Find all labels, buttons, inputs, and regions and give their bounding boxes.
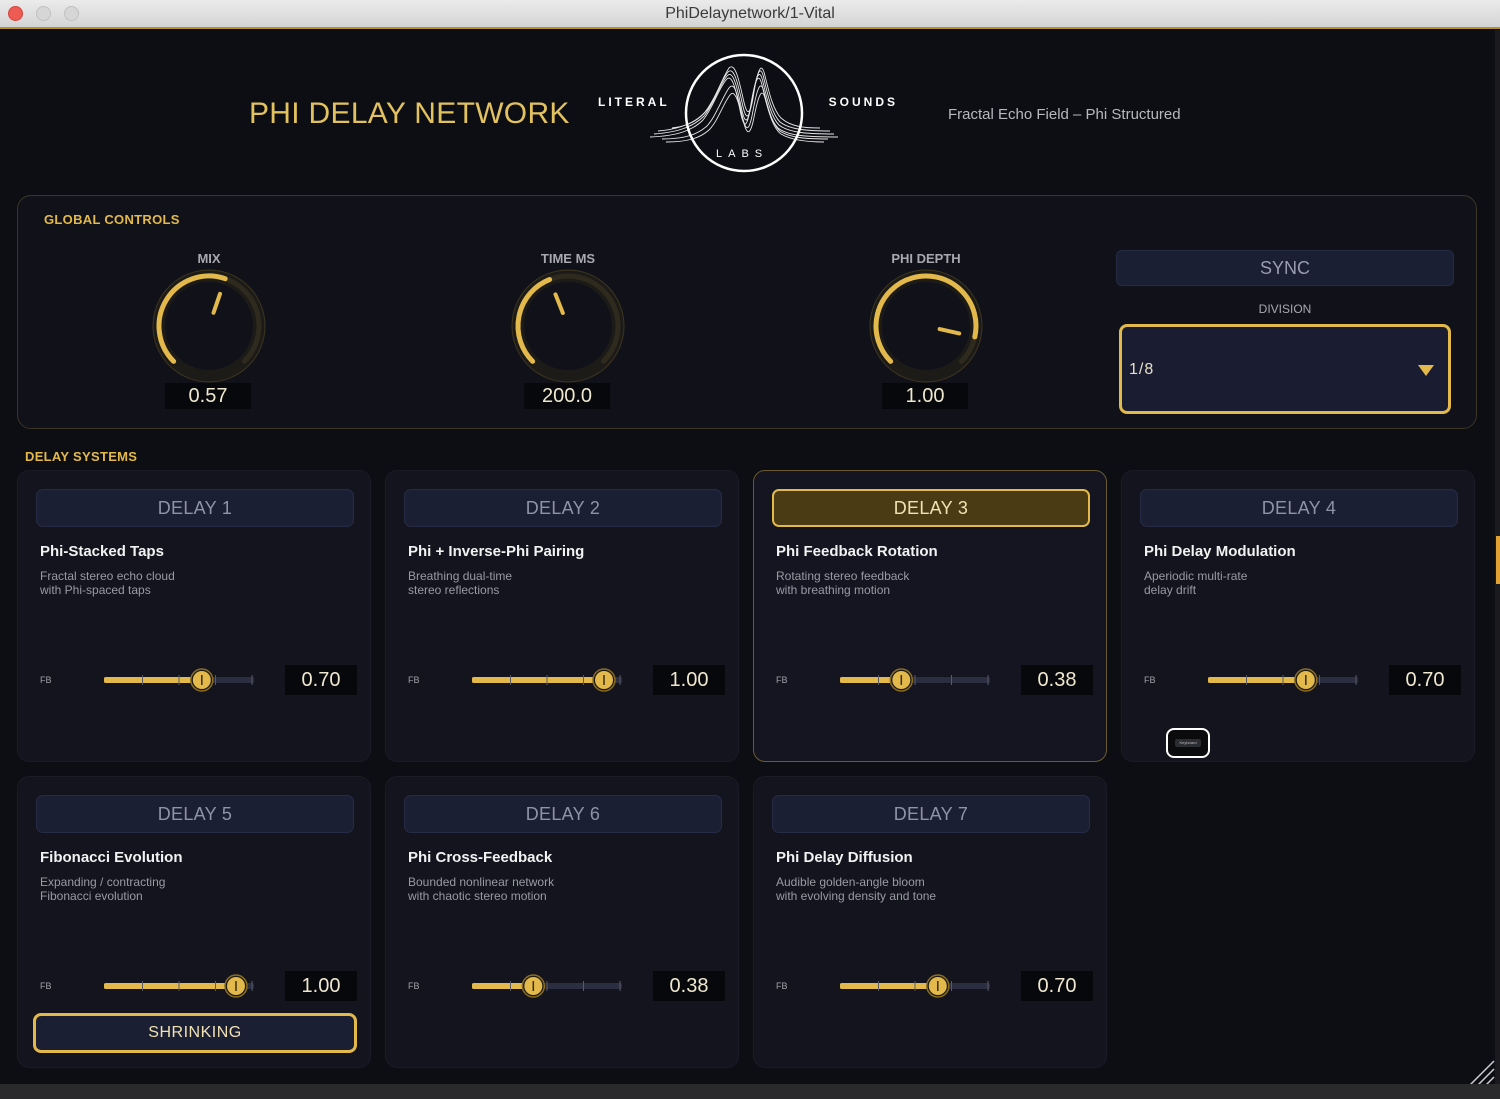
delay-card-2[interactable]: DELAY 2 Phi + Inverse-Phi Pairing Breathin…	[385, 470, 739, 762]
feedback-slider[interactable]	[104, 973, 254, 999]
delay-card-6[interactable]: DELAY 6 Phi Cross-Feedback Bounded nonline…	[385, 776, 739, 1068]
delay-tab-6[interactable]: DELAY 6	[404, 795, 722, 833]
feedback-value: 0.38	[653, 971, 725, 1001]
feedback-label: FB	[40, 675, 52, 685]
delay-title: Phi Feedback Rotation	[776, 543, 938, 560]
delay-description-line-1: Fractal stereo echo cloud	[40, 569, 175, 583]
delay-description-line-2: stereo reflections	[408, 583, 500, 597]
delay-description-line-1: Rotating stereo feedback	[776, 569, 910, 583]
phi-depth-value: 1.00	[882, 383, 968, 409]
delay-description: Bounded nonlinear network with chaotic st…	[408, 875, 628, 903]
delay-card-3[interactable]: DELAY 3 Phi Feedback Rotation Rotating ste…	[753, 470, 1107, 762]
delay-description-line-2: with breathing motion	[776, 583, 891, 597]
feedback-label: FB	[1144, 675, 1156, 685]
delay-title: Phi-Stacked Taps	[40, 543, 164, 560]
feedback-value: 1.00	[653, 665, 725, 695]
delay-tab-7[interactable]: DELAY 7	[772, 795, 1090, 833]
feedback-slider[interactable]	[840, 667, 990, 693]
evolution-mode-button[interactable]: SHRINKING	[33, 1013, 357, 1053]
delay-title: Phi + Inverse-Phi Pairing	[408, 543, 585, 560]
keyboard-button[interactable]: Keyboard	[1166, 728, 1210, 758]
delay-description-line-2: with chaotic stereo motion	[408, 889, 547, 903]
delay-systems-label: DELAY SYSTEMS	[25, 449, 138, 464]
feedback-slider[interactable]	[1208, 667, 1358, 693]
delay-title: Phi Delay Diffusion	[776, 849, 913, 866]
mix-knob[interactable]	[152, 269, 266, 383]
phi-depth-label: PHI DEPTH	[891, 251, 961, 266]
feedback-label: FB	[776, 675, 788, 685]
delay-description-line-1: Expanding / contracting	[40, 875, 166, 889]
feedback-value: 0.70	[1389, 665, 1461, 695]
knob-face	[882, 282, 970, 370]
delay-description: Breathing dual-time stereo reflections	[408, 569, 628, 597]
knob-face	[165, 282, 253, 370]
feedback-label: FB	[408, 981, 420, 991]
logo-text-labs: LABS	[716, 148, 769, 160]
feedback-label: FB	[776, 981, 788, 991]
division-selected-value: 1/8	[1129, 361, 1155, 378]
division-dropdown[interactable]: 1/8	[1119, 324, 1451, 414]
feedback-slider[interactable]	[472, 973, 622, 999]
delay-description: Aperiodic multi-rate delay drift	[1144, 569, 1364, 597]
plugin-subtitle: Fractal Echo Field – Phi Structured	[948, 106, 1181, 123]
feedback-value: 0.70	[285, 665, 357, 695]
delay-description: Audible golden-angle bloom with evolving …	[776, 875, 996, 903]
literal-sounds-labs-logo: LITERAL SOUNDS LABS	[598, 40, 898, 185]
logo-text-literal: LITERAL	[598, 95, 670, 109]
delay-description-line-2: delay drift	[1144, 583, 1197, 597]
delay-card-1[interactable]: DELAY 1 Phi-Stacked Taps Fractal stereo ec…	[17, 470, 371, 762]
right-edge-accent	[1496, 536, 1500, 584]
feedback-value: 0.70	[1021, 971, 1093, 1001]
delay-title: Fibonacci Evolution	[40, 849, 183, 866]
delay-tab-4[interactable]: DELAY 4	[1140, 489, 1458, 527]
feedback-value: 0.38	[1021, 665, 1093, 695]
delay-title: Phi Delay Modulation	[1144, 543, 1296, 560]
delay-description: Rotating stereo feedback with breathing m…	[776, 569, 996, 597]
delay-tab-3[interactable]: DELAY 3	[772, 489, 1090, 527]
feedback-label: FB	[40, 981, 52, 991]
resize-grip-icon[interactable]	[1466, 1057, 1496, 1087]
delay-description-line-1: Aperiodic multi-rate	[1144, 569, 1248, 583]
time-ms-knob[interactable]	[511, 269, 625, 383]
keyboard-label: Keyboard	[1175, 739, 1201, 747]
delay-description: Fractal stereo echo cloud with Phi-spaced…	[40, 569, 260, 597]
plugin-window: PhiDelaynetwork/1-Vital PHI DELAY NETWOR…	[0, 0, 1500, 1099]
delay-description-line-1: Breathing dual-time	[408, 569, 513, 583]
logo-text-sounds: SOUNDS	[828, 95, 898, 109]
plugin-title: PHI DELAY NETWORK	[249, 97, 570, 130]
window-title: PhiDelaynetwork/1-Vital	[665, 5, 835, 22]
delay-description-line-1: Audible golden-angle bloom	[776, 875, 925, 889]
delay-description-line-2: with Phi-spaced taps	[40, 583, 151, 597]
mix-value: 0.57	[165, 383, 251, 409]
phi-depth-knob[interactable]	[869, 269, 983, 383]
sync-button[interactable]: SYNC	[1116, 250, 1454, 286]
time-ms-label: TIME MS	[540, 251, 596, 266]
delay-tab-1[interactable]: DELAY 1	[36, 489, 354, 527]
global-controls-label: GLOBAL CONTROLS	[44, 212, 180, 227]
delay-description-line-2: with evolving density and tone	[776, 889, 937, 903]
mix-label: MIX	[197, 251, 221, 266]
feedback-value: 1.00	[285, 971, 357, 1001]
delay-card-5[interactable]: DELAY 5 Fibonacci Evolution Expanding / co…	[17, 776, 371, 1068]
window-bottom-edge	[0, 1084, 1500, 1099]
title-bar[interactable]: PhiDelaynetwork/1-Vital	[0, 0, 1500, 29]
delay-description-line-1: Bounded nonlinear network	[408, 875, 555, 889]
delay-description: Expanding / contracting Fibonacci evoluti…	[40, 875, 260, 903]
delay-card-7[interactable]: DELAY 7 Phi Delay Diffusion Audible golden…	[753, 776, 1107, 1068]
delay-description-line-2: Fibonacci evolution	[40, 889, 143, 903]
dropdown-arrow-icon	[1418, 365, 1434, 376]
time-ms-value: 200.0	[524, 383, 610, 409]
delay-tab-2[interactable]: DELAY 2	[404, 489, 722, 527]
delay-title: Phi Cross-Feedback	[408, 849, 553, 866]
feedback-label: FB	[408, 675, 420, 685]
feedback-slider[interactable]	[472, 667, 622, 693]
feedback-slider[interactable]	[104, 667, 254, 693]
delay-card-4[interactable]: DELAY 4 Phi Delay Modulation Aperiodic mul…	[1121, 470, 1475, 762]
knob-face	[524, 282, 612, 370]
delay-tab-5[interactable]: DELAY 5	[36, 795, 354, 833]
division-label: DIVISION	[1258, 302, 1312, 316]
feedback-slider[interactable]	[840, 973, 990, 999]
